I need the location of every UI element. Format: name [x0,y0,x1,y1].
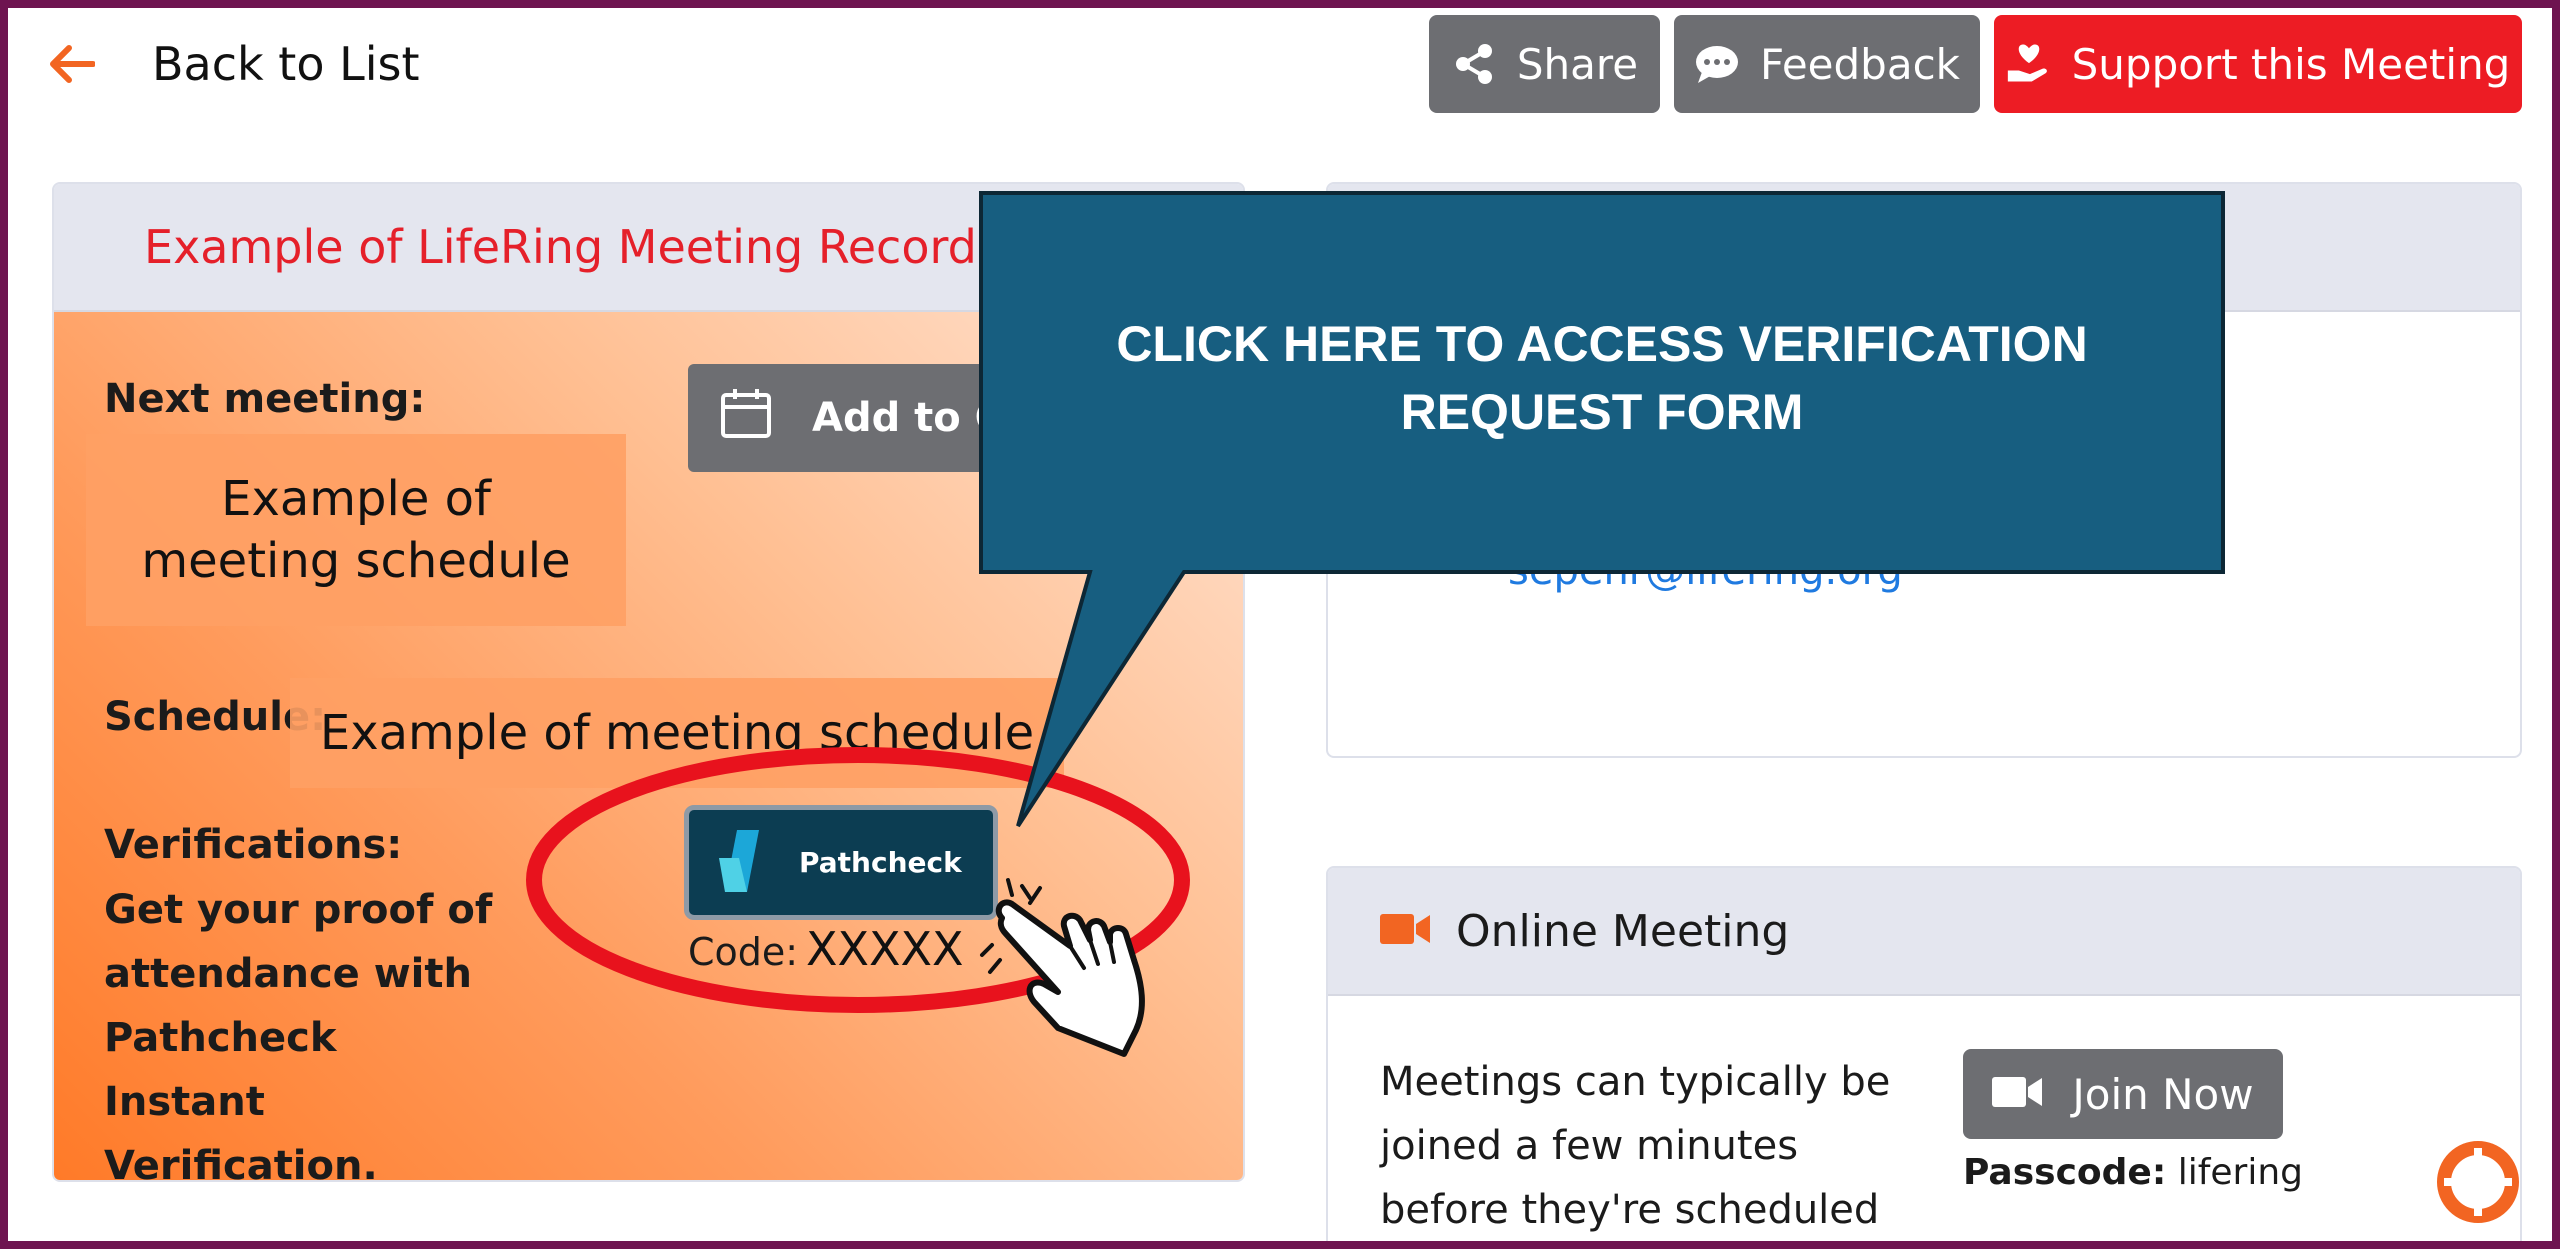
support-meeting-button[interactable]: Support this Meeting [1994,15,2522,113]
passcode-value: lifering [2177,1152,2303,1193]
meeting-record-title: Example of LifeRing Meeting Record [144,220,977,274]
back-to-list-label: Back to List [152,37,420,91]
contact-card [1326,182,2522,758]
join-now-button[interactable]: Join Now [1963,1049,2283,1139]
calendar-icon [720,387,772,449]
next-meeting-value: Example of meeting schedule [86,434,626,626]
share-label: Share [1516,39,1639,89]
contact-card-header [1328,184,2520,312]
passcode-text: Passcode: lifering [1963,1152,2303,1193]
online-meeting-header: Online Meeting [1328,868,2520,996]
next-meeting-label: Next meeting: [104,376,426,422]
code-value: XXXXX [806,922,964,976]
video-camera-icon [1992,1070,2043,1119]
feedback-button[interactable]: Feedback [1674,15,1980,113]
callout-text[interactable]: CLICK HERE TO ACCESS VERIFICATION REQUES… [1000,310,2204,446]
pathcheck-logo-icon [719,829,779,896]
feedback-bubble-icon [1694,41,1740,87]
back-to-list-link[interactable]: Back to List [48,34,420,94]
code-label: Code: [688,930,799,974]
video-camera-icon [1380,912,1430,950]
meeting-record-header: Example of LifeRing Meeting Record [54,184,1243,312]
pathcheck-verification-button[interactable]: Pathcheck [684,805,998,920]
share-button[interactable]: Share [1429,15,1660,113]
verifications-label: Verifications: [104,822,403,868]
lifering-logo-icon[interactable] [2436,1140,2520,1224]
heart-hand-icon [2006,41,2052,87]
contact-email-link[interactable]: sepehr@lifering.org [1508,548,1903,594]
add-to-calendar-label: Add to Ca [812,395,1032,441]
online-meeting-description: Meetings can typically be joined a few m… [1380,1059,1891,1233]
online-meeting-title: Online Meeting [1456,905,1790,957]
support-label: Support this Meeting [2071,39,2511,89]
back-arrow-icon [48,40,96,88]
share-icon [1451,41,1497,87]
verifications-text: Get your proof of attendance with Pathch… [104,887,493,1189]
join-now-label: Join Now [2072,1069,2254,1119]
pathcheck-label: Pathcheck [799,846,962,879]
passcode-label: Passcode: [1963,1152,2167,1193]
schedule-value: Example of meeting schedule [290,678,1064,788]
feedback-label: Feedback [1759,39,1960,89]
